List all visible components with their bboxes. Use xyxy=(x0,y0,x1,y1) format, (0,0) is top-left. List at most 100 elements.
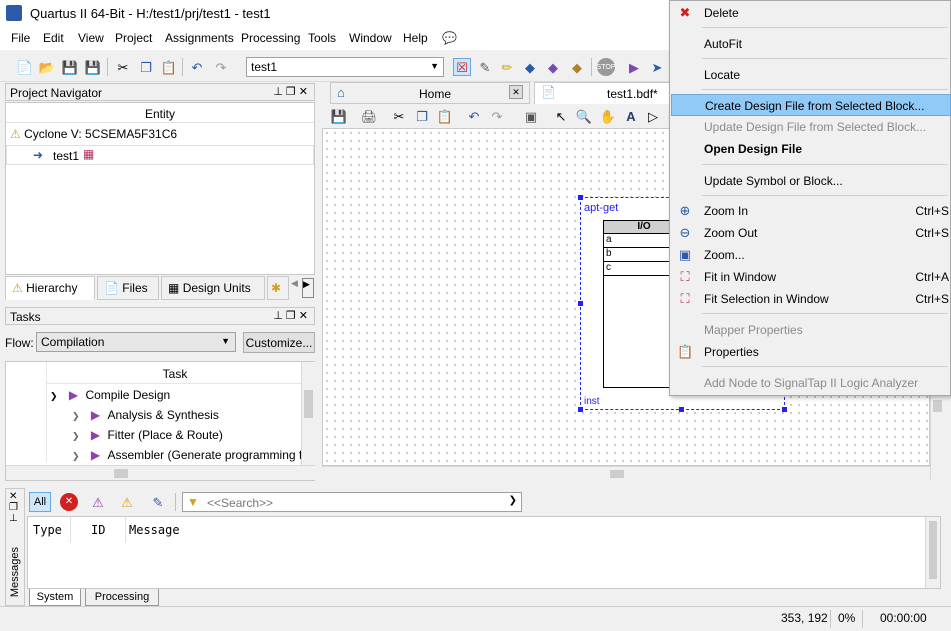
flow-select[interactable]: Compilation ▼ xyxy=(36,332,236,352)
menu-item-update-symbol[interactable]: Update Symbol or Block... xyxy=(671,170,951,192)
analysis-icon[interactable]: ◆ xyxy=(521,58,539,76)
undo-icon[interactable]: ↶ xyxy=(465,107,483,125)
tab-scroll-left-icon[interactable]: ◀ xyxy=(291,278,301,298)
panel-controls-icon[interactable]: ✕ ❐ ⊥ xyxy=(9,491,18,524)
device-row[interactable]: ⚠ Cyclone V: 5CSEMA5F31C6 xyxy=(10,127,177,145)
scroll-thumb[interactable] xyxy=(933,400,942,412)
canvas-vscrollbar[interactable] xyxy=(930,396,944,480)
tab-system[interactable]: System xyxy=(29,589,81,606)
menu-item-fit-selection[interactable]: ⛶ Fit Selection in Window Ctrl+S xyxy=(671,288,951,310)
fitter-icon[interactable]: ◆ xyxy=(544,58,562,76)
info-filter-icon[interactable]: ✎ xyxy=(149,493,167,511)
open-folder-icon[interactable]: 📂 xyxy=(38,58,56,76)
tab-scroll-right-icon[interactable]: ▶ xyxy=(302,278,314,298)
task-row[interactable]: ❯ ▶ Assembler (Generate programming file… xyxy=(72,448,304,466)
scroll-thumb[interactable] xyxy=(929,521,937,579)
menu-item-zoom-in[interactable]: ⊕ Zoom In Ctrl+S xyxy=(671,200,951,222)
menu-processing[interactable]: Processing xyxy=(241,31,300,45)
tab-design-units[interactable]: ▦ Design Units xyxy=(161,276,265,300)
menu-item-mapper-properties[interactable]: Mapper Properties xyxy=(671,319,951,341)
error-filter-icon[interactable]: ✕ xyxy=(60,493,78,511)
messages-vscrollbar[interactable] xyxy=(925,517,940,588)
warning-filter-icon[interactable]: ⚠ xyxy=(118,493,136,511)
search-input[interactable]: <<Search>> xyxy=(207,496,273,510)
tab-files[interactable]: 📄 Files xyxy=(97,276,159,300)
help-chat-icon[interactable]: 💬 xyxy=(442,31,457,45)
paste-icon[interactable]: 📋 xyxy=(436,107,454,125)
undo-icon[interactable]: ↶ xyxy=(188,58,206,76)
menu-item-delete[interactable]: ✖ Delete xyxy=(671,2,951,24)
canvas-hscrollbar[interactable] xyxy=(322,466,930,480)
symbol-tool-icon[interactable]: ▷ xyxy=(644,107,662,125)
menu-item-properties[interactable]: 📋 Properties xyxy=(671,341,951,363)
selection-handle[interactable] xyxy=(679,407,684,412)
entity-row[interactable]: ➜ test1 ▦ xyxy=(6,145,314,165)
menu-item-zoom-out[interactable]: ⊖ Zoom Out Ctrl+S xyxy=(671,222,951,244)
menu-help[interactable]: Help xyxy=(403,31,428,45)
project-combo[interactable]: test1 ▼ xyxy=(246,57,444,77)
cut-icon[interactable]: ✂ xyxy=(114,58,132,76)
entity-column-header[interactable]: Entity xyxy=(6,103,314,123)
panel-controls-icon[interactable]: ⊥❐✕ xyxy=(273,309,311,322)
menu-view[interactable]: View xyxy=(78,31,104,45)
tab-test1-bdf[interactable]: 📄 test1.bdf* xyxy=(534,82,674,104)
tab-hierarchy[interactable]: ⚠ Hierarchy xyxy=(5,276,95,300)
menu-project[interactable]: Project xyxy=(115,31,152,45)
menu-item-fit-in-window[interactable]: ⛶ Fit in Window Ctrl+A xyxy=(671,266,951,288)
menu-item-add-node-signaltap[interactable]: Add Node to SignalTap II Logic Analyzer xyxy=(671,372,951,394)
save-all-icon[interactable]: 💾 xyxy=(84,58,102,76)
filter-all-button[interactable]: All xyxy=(29,492,51,512)
start-analysis-icon[interactable]: ➤ xyxy=(648,58,666,76)
start-compilation-icon[interactable]: ▶ xyxy=(625,58,643,76)
col-type[interactable]: Type xyxy=(33,523,62,537)
scroll-thumb[interactable] xyxy=(114,469,128,478)
select-arrow-icon[interactable]: ↖ xyxy=(552,107,570,125)
zoom-tool-icon[interactable]: 🔍 xyxy=(575,107,593,125)
task-column-header[interactable]: Task xyxy=(46,362,304,384)
task-row[interactable]: ❯ ▶ Analysis & Synthesis xyxy=(72,408,219,426)
assembler-icon[interactable]: ◆ xyxy=(568,58,586,76)
task-row[interactable]: ❯ ▶ Compile Design xyxy=(50,388,170,406)
menu-item-locate[interactable]: Locate xyxy=(671,64,951,86)
menu-item-autofit[interactable]: AutoFit xyxy=(671,33,951,55)
tasks-hscrollbar[interactable] xyxy=(6,465,315,480)
print-icon[interactable]: 🖨 xyxy=(360,107,378,125)
new-file-icon[interactable]: 📄 xyxy=(16,58,34,76)
selection-handle[interactable] xyxy=(578,407,583,412)
scroll-thumb[interactable] xyxy=(610,470,624,478)
redo-icon[interactable]: ↷ xyxy=(488,107,506,125)
tab-more-icon[interactable]: ✱ xyxy=(267,276,289,300)
tasks-vscrollbar[interactable] xyxy=(301,362,315,465)
menu-window[interactable]: Window xyxy=(349,31,392,45)
stop-icon[interactable]: STOP xyxy=(597,58,615,76)
hand-tool-icon[interactable]: ✋ xyxy=(599,107,617,125)
redo-icon[interactable]: ↷ xyxy=(212,58,230,76)
copy-icon[interactable]: ❐ xyxy=(137,58,155,76)
selection-handle[interactable] xyxy=(578,195,583,200)
col-id[interactable]: ID xyxy=(91,523,105,537)
menu-item-zoom[interactable]: ▣ Zoom... xyxy=(671,244,951,266)
paste-icon[interactable]: 📋 xyxy=(160,58,178,76)
customize-button[interactable]: Customize... xyxy=(243,332,315,353)
menu-tools[interactable]: Tools xyxy=(308,31,336,45)
menu-item-update-design-file[interactable]: Update Design File from Selected Block..… xyxy=(671,116,951,138)
menu-assignments[interactable]: Assignments xyxy=(165,31,234,45)
tab-home[interactable]: ⌂ Home ✕ xyxy=(330,82,530,104)
selection-handle[interactable] xyxy=(578,301,583,306)
cut-icon[interactable]: ✂ xyxy=(390,107,408,125)
scroll-thumb[interactable] xyxy=(304,390,313,418)
menu-edit[interactable]: Edit xyxy=(43,31,64,45)
chip-planner-icon[interactable]: ☒ xyxy=(453,58,471,76)
copy-icon[interactable]: ❐ xyxy=(413,107,431,125)
message-search[interactable]: ▼ <<Search>> ❯ xyxy=(182,492,522,512)
panel-controls-icon[interactable]: ⊥❐✕ xyxy=(273,85,311,98)
pin-planner-icon[interactable]: ✎ xyxy=(476,58,494,76)
close-icon[interactable]: ✕ xyxy=(509,85,523,99)
save-icon[interactable]: 💾 xyxy=(330,107,348,125)
menu-item-create-design-file[interactable]: Create Design File from Selected Block..… xyxy=(671,94,951,116)
menu-item-open-design-file[interactable]: Open Design File xyxy=(671,138,951,160)
selection-handle[interactable] xyxy=(782,407,787,412)
critical-warning-filter-icon[interactable]: ⚠ xyxy=(89,493,107,511)
window-icon[interactable]: ▣ xyxy=(522,107,540,125)
save-icon[interactable]: 💾 xyxy=(61,58,79,76)
